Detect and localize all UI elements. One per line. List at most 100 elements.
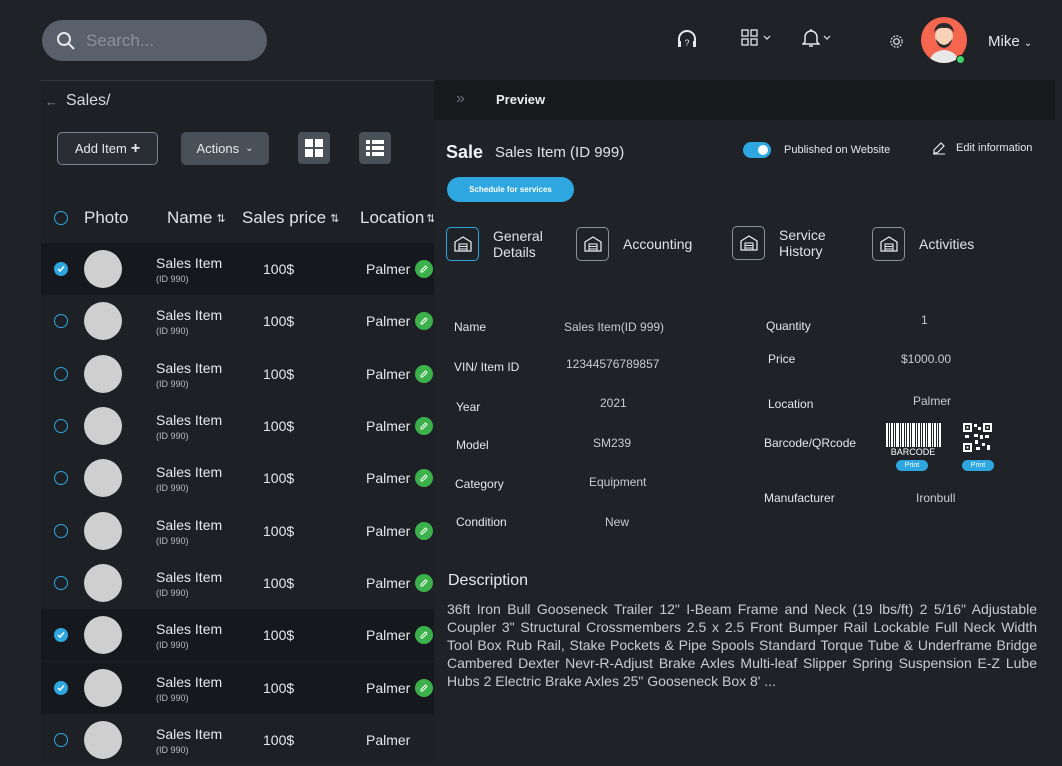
item-id: (ID 990) — [156, 536, 189, 546]
item-name[interactable]: Sales Item (ID 990) — [156, 675, 222, 705]
back-arrow-icon[interactable]: ← — [45, 94, 58, 109]
edit-location-button[interactable] — [415, 626, 433, 644]
table-row[interactable]: Sales Item (ID 990) 100$ Palmer — [41, 505, 434, 557]
row-select-checkbox[interactable] — [54, 681, 68, 695]
edit-location-button[interactable] — [415, 260, 433, 278]
item-location: Palmer — [366, 680, 411, 696]
select-all-checkbox[interactable] — [54, 211, 68, 225]
user-menu[interactable]: Mike ⌄ — [988, 33, 1032, 50]
published-toggle[interactable] — [743, 142, 771, 158]
item-name[interactable]: Sales Item (ID 990) — [156, 308, 222, 338]
garage-icon — [446, 227, 479, 261]
table-row[interactable]: Sales Item (ID 990) 100$ Palmer — [41, 662, 434, 714]
item-photo — [84, 512, 122, 550]
garage-icon — [732, 226, 765, 260]
breadcrumb-label[interactable]: Sales/ — [66, 92, 110, 110]
item-name[interactable]: Sales Item (ID 990) — [156, 727, 222, 757]
list-view-button[interactable] — [359, 132, 391, 164]
description-body: 36ft Iron Bull Gooseneck Trailer 12" I-B… — [447, 601, 1037, 689]
column-header-name-label: Name — [167, 208, 213, 227]
field-category-value: Equipment — [589, 475, 647, 489]
column-header-photo: Photo — [84, 208, 129, 227]
grid-view-button[interactable] — [298, 132, 330, 164]
print-barcode-button[interactable]: Print — [896, 460, 928, 471]
table-row[interactable]: Sales Item (ID 990) 100$ Palmer — [41, 295, 434, 347]
item-name-text: Sales Item — [156, 360, 223, 376]
column-header-name[interactable]: Name ⇅ — [167, 208, 226, 228]
edit-location-button[interactable] — [415, 365, 433, 383]
item-id: (ID 990) — [156, 274, 189, 284]
row-select-checkbox[interactable] — [54, 419, 68, 433]
row-select-checkbox[interactable] — [54, 262, 68, 276]
online-status-indicator — [956, 55, 965, 64]
field-year-value: 2021 — [600, 396, 627, 410]
preview-header: » Preview — [434, 80, 1055, 120]
table-row[interactable]: Sales Item (ID 990) 100$ Palmer — [41, 714, 434, 766]
check-icon — [57, 632, 65, 639]
table-row[interactable]: Sales Item (ID 990) 100$ Palmer — [41, 400, 434, 452]
row-select-checkbox[interactable] — [54, 628, 68, 642]
table-row[interactable]: Sales Item (ID 990) 100$ Palmer — [41, 452, 434, 504]
apps-grid-icon — [741, 29, 758, 46]
table-row[interactable]: Sales Item (ID 990) 100$ Palmer — [41, 348, 434, 400]
tab-service-history[interactable]: Service History — [732, 226, 829, 260]
pencil-icon — [420, 370, 428, 378]
column-header-price[interactable]: Sales price ⇅ — [242, 208, 339, 228]
schedule-services-button[interactable]: Schedule for services — [447, 177, 574, 202]
item-name[interactable]: Sales Item (ID 990) — [156, 518, 222, 548]
search-input[interactable] — [86, 30, 246, 51]
row-select-checkbox[interactable] — [54, 524, 68, 538]
field-category-label: Category — [455, 477, 504, 491]
edit-location-button[interactable] — [415, 312, 433, 330]
item-location: Palmer — [366, 575, 411, 591]
edit-location-button[interactable] — [415, 522, 433, 540]
table-row[interactable]: Sales Item (ID 990) 100$ Palmer — [41, 557, 434, 609]
support-button[interactable]: ? — [676, 28, 698, 50]
add-item-button[interactable]: Add Item + — [57, 132, 158, 165]
item-id: (ID 990) — [156, 379, 189, 389]
item-photo — [84, 250, 122, 288]
row-select-checkbox[interactable] — [54, 576, 68, 590]
settings-button[interactable] — [889, 34, 904, 49]
item-id: (ID 990) — [156, 588, 189, 598]
item-name[interactable]: Sales Item (ID 990) — [156, 570, 222, 600]
edit-information-label: Edit information — [956, 142, 1033, 154]
tab-general-details[interactable]: General Details — [446, 227, 553, 261]
print-qrcode-button[interactable]: Print — [962, 460, 994, 471]
edit-location-button[interactable] — [415, 679, 433, 697]
grid-view-icon — [305, 139, 323, 157]
row-select-checkbox[interactable] — [54, 733, 68, 747]
search-box[interactable] — [42, 20, 267, 61]
edit-information-button[interactable]: Edit information — [932, 141, 1032, 155]
actions-dropdown[interactable]: Actions ⌄ — [181, 132, 269, 165]
edit-location-button[interactable] — [415, 469, 433, 487]
row-select-checkbox[interactable] — [54, 314, 68, 328]
notifications-button[interactable] — [802, 28, 831, 48]
item-id: (ID 990) — [156, 693, 189, 703]
table-row[interactable]: Sales Item (ID 990) 100$ Palmer — [41, 609, 434, 661]
row-select-checkbox[interactable] — [54, 367, 68, 381]
item-photo — [84, 407, 122, 445]
apps-menu-button[interactable] — [740, 28, 771, 48]
field-name-label: Name — [454, 320, 487, 334]
sort-icon: ⇅ — [330, 212, 340, 225]
field-condition-value: New — [605, 515, 630, 529]
field-vin-value: 12344576789857 — [566, 357, 660, 371]
row-select-checkbox[interactable] — [54, 471, 68, 485]
column-header-location[interactable]: Location ⇅ — [360, 208, 436, 228]
item-location: Palmer — [366, 470, 411, 486]
item-name[interactable]: Sales Item (ID 990) — [156, 413, 222, 443]
expand-icon[interactable]: » — [456, 90, 465, 108]
svg-text:BARCODE: BARCODE — [891, 447, 936, 456]
tab-activities[interactable]: Activities — [872, 227, 974, 261]
item-name[interactable]: Sales Item (ID 990) — [156, 465, 222, 495]
item-name[interactable]: Sales Item (ID 990) — [156, 622, 222, 652]
item-name[interactable]: Sales Item (ID 990) — [156, 361, 222, 391]
edit-location-button[interactable] — [415, 417, 433, 435]
edit-location-button[interactable] — [415, 574, 433, 592]
tab-accounting[interactable]: Accounting — [576, 227, 692, 261]
field-vin-label: VIN/ Item ID — [454, 360, 520, 374]
item-name[interactable]: Sales Item (ID 990) — [156, 256, 222, 286]
item-photo — [84, 564, 122, 602]
table-row[interactable]: Sales Item (ID 990) 100$ Palmer — [41, 243, 434, 295]
